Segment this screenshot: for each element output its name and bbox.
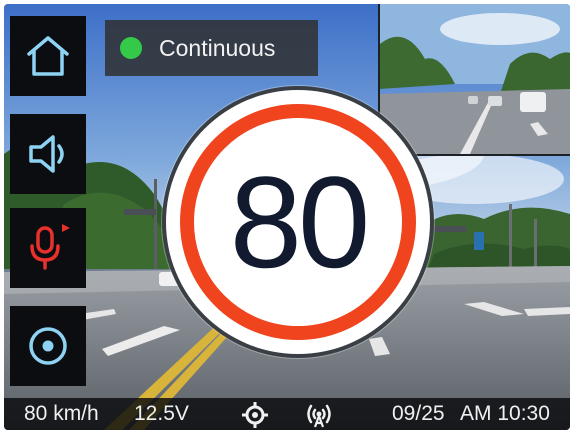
home-button[interactable] xyxy=(10,16,86,96)
speaker-icon xyxy=(29,135,64,173)
dashcam-screen: Continuous 80 80 km/h 12.5V 09/25 AM 10:… xyxy=(4,4,570,430)
speed-limit-value: 80 xyxy=(229,149,371,295)
current-speed: 80 km/h xyxy=(24,402,99,425)
record-button[interactable] xyxy=(10,306,86,386)
speed-limit-ring: 80 xyxy=(180,104,416,340)
gps-icon xyxy=(242,402,268,428)
recording-mode-label: Continuous xyxy=(159,34,276,61)
time-display: AM 10:30 xyxy=(460,402,550,425)
recording-mode-badge: Continuous xyxy=(105,20,318,76)
voice-recording-button[interactable] xyxy=(10,208,86,288)
microphone-icon xyxy=(30,224,70,270)
recording-status-dot xyxy=(120,37,142,59)
rear-camera-pip[interactable] xyxy=(378,4,570,156)
date-display: 09/25 xyxy=(392,402,445,425)
volume-button[interactable] xyxy=(10,114,86,194)
rear-camera-feed xyxy=(380,4,570,154)
home-icon xyxy=(27,36,69,76)
wireless-icon xyxy=(307,404,331,428)
battery-voltage: 12.5V xyxy=(134,402,189,425)
speed-limit-sign: 80 xyxy=(166,90,430,354)
recording-indicator-icon xyxy=(62,224,70,232)
status-bar: 80 km/h 12.5V 09/25 AM 10:30 xyxy=(4,398,570,430)
record-target-icon xyxy=(29,327,67,365)
